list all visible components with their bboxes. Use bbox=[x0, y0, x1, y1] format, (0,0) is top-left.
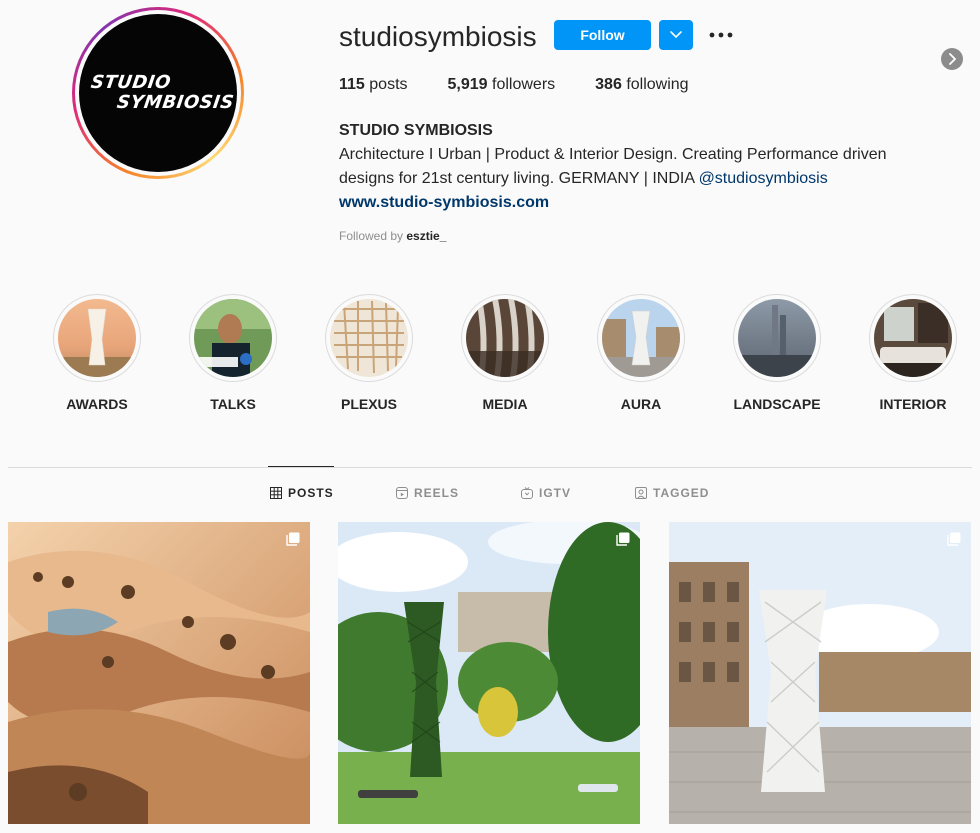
followed-by-prefix: Followed by bbox=[339, 229, 404, 243]
highlight-landscape[interactable]: LANDSCAPE bbox=[722, 294, 832, 412]
highlight-aura[interactable]: AURA bbox=[586, 294, 696, 412]
post-image bbox=[338, 522, 640, 824]
highlight-awards[interactable]: AWARDS bbox=[42, 294, 152, 412]
bio-full-name: STUDIO SYMBIOSIS bbox=[339, 122, 493, 139]
post-thumbnail[interactable] bbox=[8, 522, 310, 824]
profile-stats: 115 posts 5,919 followers 386 following bbox=[339, 76, 729, 94]
followers-stat[interactable]: 5,919 followers bbox=[448, 76, 556, 94]
tab-reels[interactable]: REELS bbox=[396, 486, 459, 500]
posts-stat: 115 posts bbox=[339, 76, 408, 94]
highlight-ring bbox=[733, 294, 821, 382]
highlight-ring bbox=[597, 294, 685, 382]
posts-label: posts bbox=[369, 76, 408, 93]
highlight-interior[interactable]: INTERIOR bbox=[858, 294, 968, 412]
tab-label: TAGGED bbox=[653, 486, 710, 500]
highlight-talks[interactable]: TALKS bbox=[178, 294, 288, 412]
followed-by-user[interactable]: esztie_ bbox=[406, 229, 446, 243]
highlight-media[interactable]: MEDIA bbox=[450, 294, 560, 412]
profile-username: studiosymbiosis bbox=[339, 21, 537, 52]
highlight-label: TALKS bbox=[210, 396, 256, 412]
tab-tagged[interactable]: TAGGED bbox=[635, 486, 709, 500]
highlight-thumbnail bbox=[466, 299, 544, 377]
active-tab-indicator bbox=[268, 466, 334, 467]
following-label: following bbox=[626, 76, 689, 93]
profile-bio: STUDIO SYMBIOSIS Architecture I Urban | … bbox=[339, 119, 939, 215]
highlight-ring bbox=[325, 294, 413, 382]
more-options-button[interactable] bbox=[708, 23, 734, 47]
followers-label: followers bbox=[492, 76, 556, 93]
multiple-posts-icon bbox=[616, 532, 630, 546]
highlight-thumbnail bbox=[330, 299, 408, 377]
highlights-next-button[interactable] bbox=[941, 48, 963, 70]
following-count: 386 bbox=[595, 76, 622, 93]
tab-label: POSTS bbox=[288, 486, 334, 500]
highlight-thumbnail bbox=[194, 299, 272, 377]
tab-label: REELS bbox=[414, 486, 460, 500]
multiple-posts-icon bbox=[286, 532, 300, 546]
bio-mention-link[interactable]: @studiosymbiosis bbox=[699, 170, 828, 187]
bio-website-link[interactable]: www.studio-symbiosis.com bbox=[339, 194, 549, 211]
tab-igtv[interactable]: IGTV bbox=[521, 486, 571, 500]
highlight-ring bbox=[869, 294, 957, 382]
grid-icon bbox=[270, 487, 282, 499]
avatar-logo-line-2: SYMBIOSIS bbox=[115, 92, 236, 113]
follow-button[interactable]: Follow bbox=[554, 20, 651, 50]
post-thumbnail[interactable] bbox=[669, 522, 971, 824]
story-highlights: AWARDS TALKS PLEXUS MEDIA AURA LANDSCAPE… bbox=[0, 294, 980, 414]
posts-count: 115 bbox=[339, 76, 365, 93]
followers-count: 5,919 bbox=[447, 76, 488, 93]
profile-tabs: POSTS REELS IGTV TAGGED bbox=[0, 486, 980, 506]
followed-by[interactable]: Followed by esztie_ bbox=[339, 229, 446, 243]
tab-posts[interactable]: POSTS bbox=[270, 486, 334, 500]
multiple-posts-icon bbox=[947, 532, 961, 546]
igtv-icon bbox=[521, 487, 533, 499]
highlight-label: AURA bbox=[620, 396, 662, 412]
highlight-plexus[interactable]: PLEXUS bbox=[314, 294, 424, 412]
post-image bbox=[669, 522, 971, 824]
post-thumbnail[interactable] bbox=[338, 522, 640, 824]
more-options-icon bbox=[709, 32, 733, 38]
highlight-ring bbox=[53, 294, 141, 382]
chevron-down-icon bbox=[670, 31, 682, 39]
highlight-ring bbox=[461, 294, 549, 382]
tab-label: IGTV bbox=[539, 486, 572, 500]
highlight-label: LANDSCAPE bbox=[733, 396, 821, 412]
highlight-label: MEDIA bbox=[482, 396, 528, 412]
highlight-thumbnail bbox=[738, 299, 816, 377]
highlight-thumbnail bbox=[874, 299, 952, 377]
suggested-dropdown-button[interactable] bbox=[659, 20, 693, 50]
highlight-label: INTERIOR bbox=[879, 396, 947, 412]
reels-icon bbox=[396, 487, 408, 499]
avatar-logo-line-1: STUDIO bbox=[89, 72, 173, 93]
tagged-icon bbox=[635, 487, 647, 499]
highlight-ring bbox=[189, 294, 277, 382]
highlight-thumbnail bbox=[58, 299, 136, 377]
profile-avatar[interactable]: STUDIO SYMBIOSIS bbox=[79, 14, 237, 172]
tabs-divider bbox=[8, 467, 972, 468]
profile-avatar-ring[interactable]: STUDIO SYMBIOSIS bbox=[72, 7, 244, 179]
chevron-right-icon bbox=[949, 53, 956, 65]
highlight-label: AWARDS bbox=[66, 396, 128, 412]
post-image bbox=[8, 522, 310, 824]
highlight-label: PLEXUS bbox=[340, 396, 397, 412]
highlight-thumbnail bbox=[602, 299, 680, 377]
following-stat[interactable]: 386 following bbox=[595, 76, 688, 94]
